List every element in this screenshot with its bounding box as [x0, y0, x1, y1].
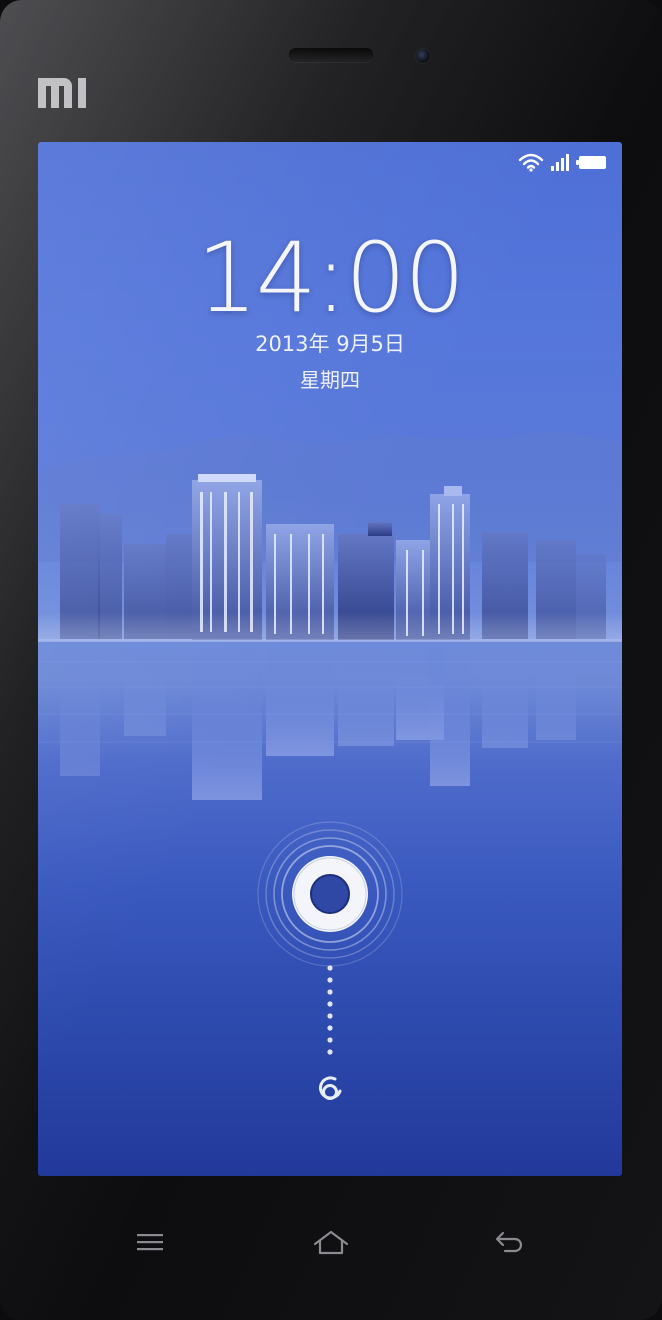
lock-weekday: 星期四	[300, 368, 360, 392]
home-key[interactable]	[306, 1224, 356, 1260]
mi-logo: MI	[38, 78, 86, 108]
back-key[interactable]	[486, 1224, 532, 1260]
lock-clock: 14:00	[196, 222, 466, 334]
menu-icon	[137, 1234, 163, 1251]
lock-screen: 14:00 2013年 9月5日 星期四	[38, 142, 622, 1176]
home-icon	[313, 1230, 349, 1255]
unlock-track-dots	[327, 965, 333, 1055]
back-icon	[495, 1231, 523, 1253]
status-bar	[518, 152, 608, 172]
lock-date: 2013年 9月5日	[255, 332, 405, 356]
front-camera	[416, 49, 430, 63]
unlock-target-icon[interactable]	[313, 1072, 347, 1106]
menu-key[interactable]	[128, 1224, 172, 1260]
wifi-icon	[518, 153, 544, 172]
battery-icon	[576, 156, 606, 169]
earpiece-speaker	[289, 48, 373, 62]
phone-device: MI	[0, 0, 662, 1320]
signal-icon	[551, 154, 569, 171]
unlock-ring-handle[interactable]	[250, 814, 410, 974]
